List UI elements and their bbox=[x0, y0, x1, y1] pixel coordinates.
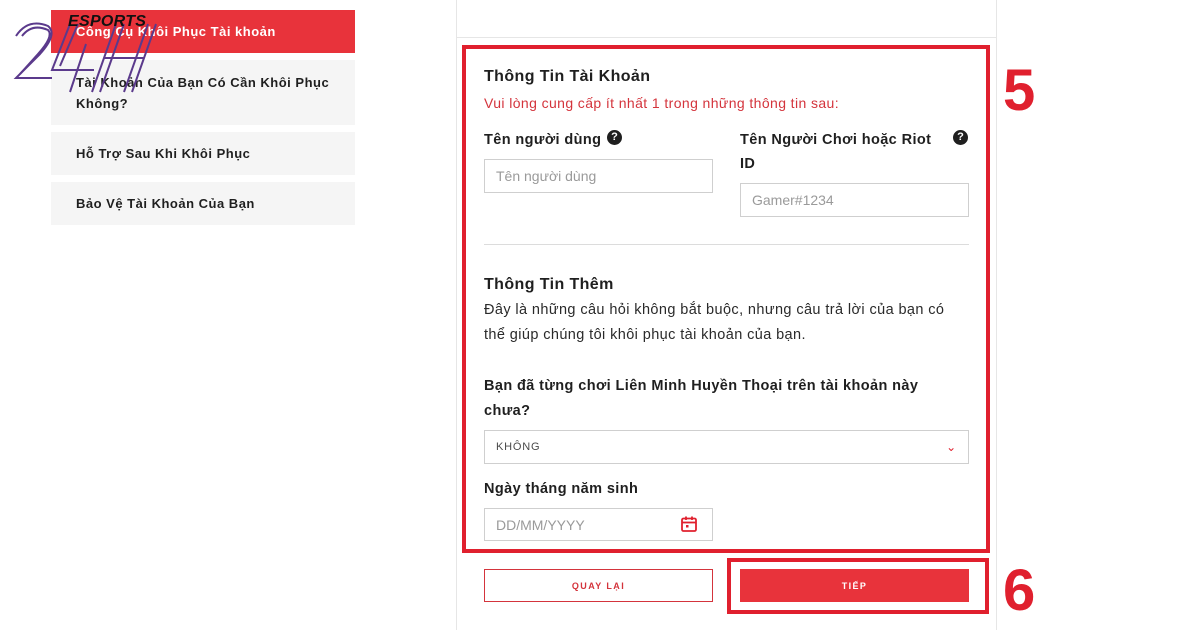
step-6-highlight bbox=[727, 558, 989, 614]
sidebar-item-label: Tài Khoản Của Bạn Có Cần Khôi Phục Không… bbox=[76, 74, 330, 111]
back-button[interactable]: QUAY LẠI bbox=[484, 569, 713, 602]
step-5-highlight bbox=[462, 45, 990, 553]
logo-text: ESPORTS bbox=[68, 13, 147, 30]
sidebar-item-post-recovery-support[interactable]: Hỗ Trợ Sau Khi Khôi Phục bbox=[51, 132, 355, 175]
sidebar-item-label: Hỗ Trợ Sau Khi Khôi Phục bbox=[76, 146, 251, 161]
sidebar-item-label: Bảo Vệ Tài Khoản Của Bạn bbox=[76, 196, 255, 211]
sidebar: Công Cụ Khôi Phục Tài khoản Tài Khoản Củ… bbox=[51, 10, 355, 232]
step-6-number: 6 bbox=[1003, 558, 1036, 623]
sidebar-item-protect-account[interactable]: Bảo Vệ Tài Khoản Của Bạn bbox=[51, 182, 355, 225]
step-5-number: 5 bbox=[1003, 58, 1036, 123]
panel-divider bbox=[456, 37, 997, 38]
sidebar-item-need-recovery[interactable]: Tài Khoản Của Bạn Có Cần Khôi Phục Không… bbox=[51, 60, 355, 125]
